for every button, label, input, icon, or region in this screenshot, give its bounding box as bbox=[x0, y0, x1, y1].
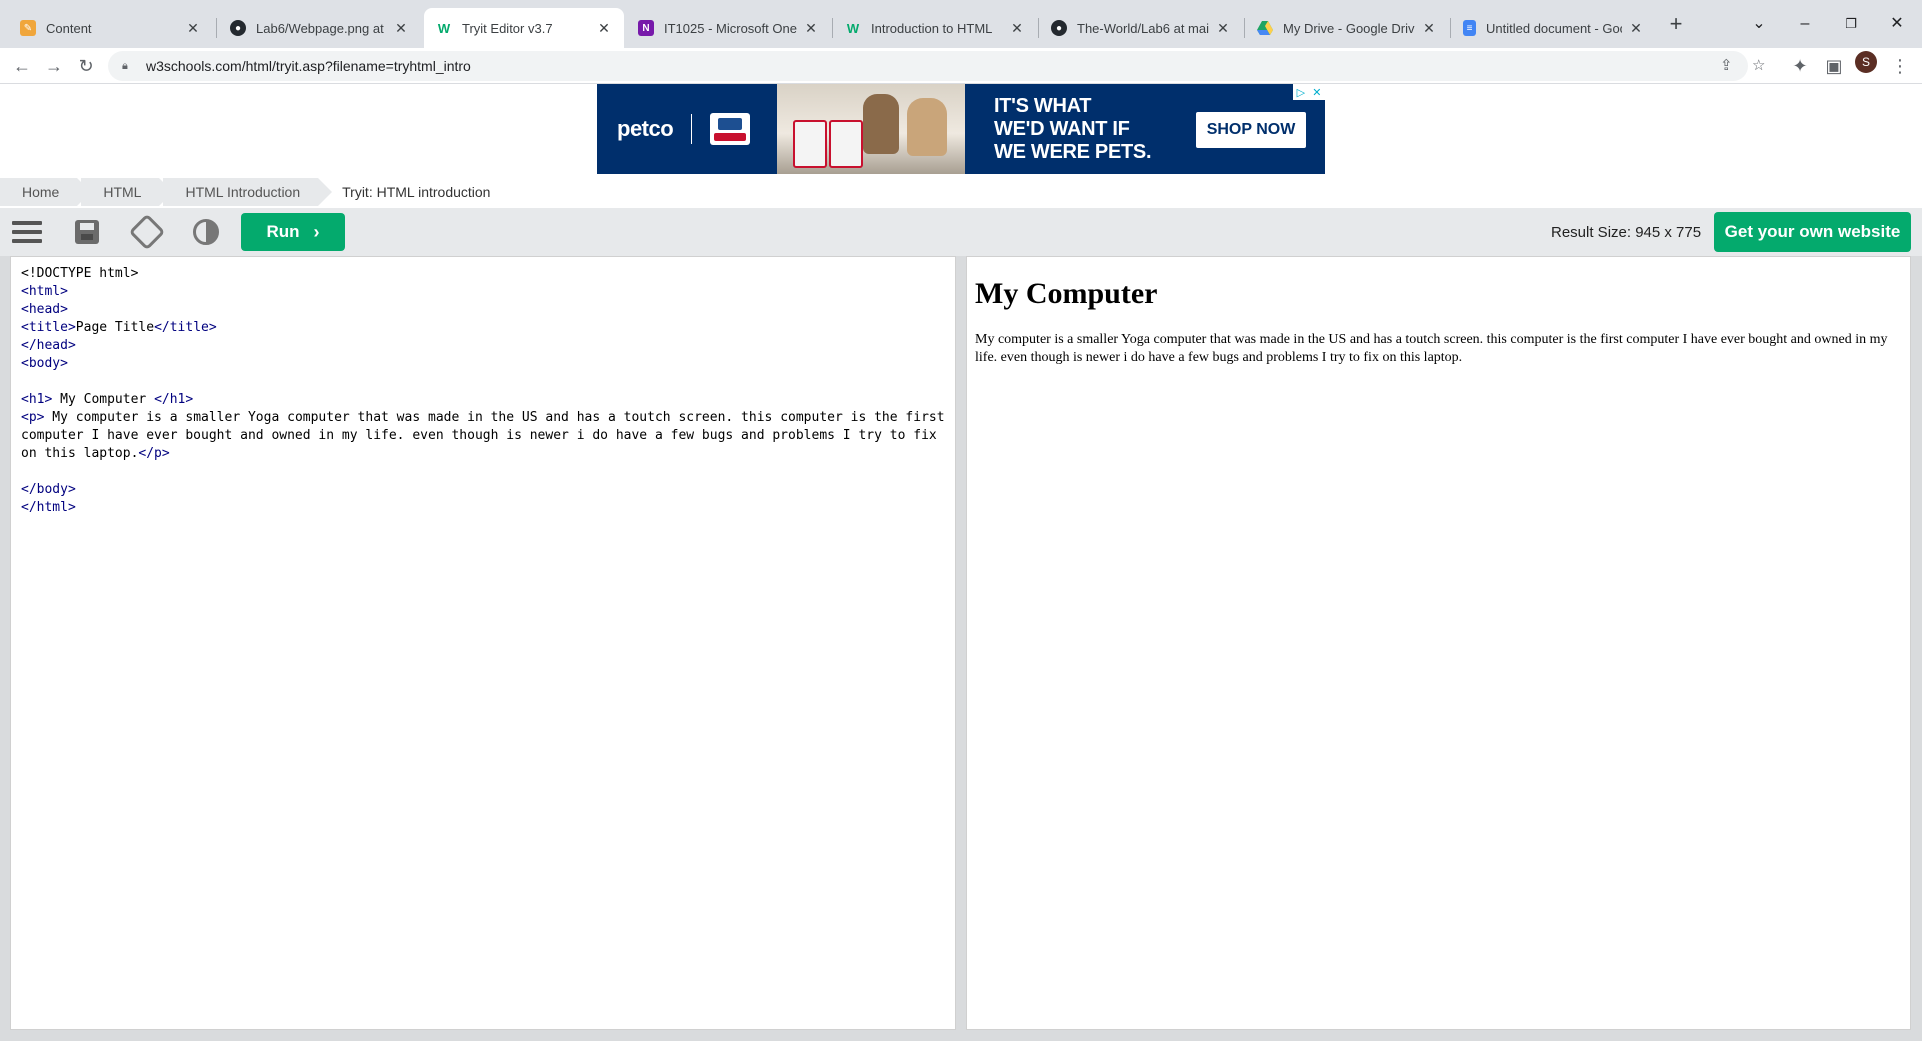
browser-tab-google-drive[interactable]: My Drive - Google Drive ✕ bbox=[1245, 8, 1449, 48]
run-button[interactable]: Run › bbox=[241, 213, 345, 251]
code-title-text: Page Title bbox=[75, 320, 155, 335]
run-label: Run bbox=[266, 222, 300, 241]
github-icon: ● bbox=[230, 20, 246, 36]
ad-headline-line: WE WERE PETS. bbox=[994, 141, 1152, 163]
code-text[interactable]: <!DOCTYPE html> <html> <head> <title>Pag… bbox=[21, 265, 945, 517]
close-tab-icon[interactable]: ✕ bbox=[803, 20, 819, 37]
tab-title: Introduction to HTML bbox=[871, 20, 993, 36]
dark-mode-contrast-icon[interactable] bbox=[193, 219, 219, 245]
adchoices-icon[interactable]: ▷ bbox=[1297, 86, 1305, 99]
code-editor[interactable]: <!DOCTYPE html> <html> <head> <title>Pag… bbox=[10, 256, 956, 1030]
ad-choices[interactable]: ▷ ✕ bbox=[1293, 84, 1325, 100]
tab-title: Content bbox=[46, 20, 92, 36]
shop-now-button[interactable]: SHOP NOW bbox=[1196, 112, 1306, 148]
code-h1-text: My Computer bbox=[52, 392, 155, 407]
minimize-window-button[interactable]: – bbox=[1791, 10, 1819, 38]
url-text: w3schools.com/html/tryit.asp?filename=tr… bbox=[146, 58, 471, 74]
bookmark-star-icon[interactable]: ☆ bbox=[1752, 51, 1765, 81]
back-arrow-icon[interactable]: ← bbox=[8, 52, 36, 80]
result-preview-frame: My Computer My computer is a smaller Yog… bbox=[966, 256, 1911, 1030]
browser-tab-tryit-editor[interactable]: W Tryit Editor v3.7 ✕ bbox=[424, 8, 624, 48]
tab-title: Lab6/Webpage.png at main bbox=[256, 20, 387, 36]
breadcrumb-home[interactable]: Home bbox=[0, 178, 92, 206]
close-window-button[interactable]: ✕ bbox=[1883, 10, 1911, 38]
dog-image bbox=[863, 94, 899, 154]
ad-headline: IT'S WHAT WE'D WANT IF WE WERE PETS. bbox=[994, 95, 1152, 164]
share-icon[interactable]: ⇪ bbox=[1720, 51, 1733, 81]
breadcrumb: Home HTML HTML Introduction Tryit: HTML … bbox=[0, 178, 490, 206]
browser-tab-github-world[interactable]: ● The-World/Lab6 at main ✕ bbox=[1039, 8, 1243, 48]
result-paragraph: My computer is a smaller Yoga computer t… bbox=[975, 332, 1888, 365]
ad-close-icon[interactable]: ✕ bbox=[1312, 86, 1321, 99]
close-tab-icon[interactable]: ✕ bbox=[393, 20, 409, 37]
close-tab-icon[interactable]: ✕ bbox=[1628, 20, 1644, 37]
ad-product-photo bbox=[777, 84, 965, 174]
close-tab-icon[interactable]: ✕ bbox=[185, 20, 201, 37]
browser-tab-github-lab6[interactable]: ● Lab6/Webpage.png at main ✕ bbox=[218, 8, 421, 48]
get-your-own-website-button[interactable]: Get your own website bbox=[1714, 212, 1911, 252]
change-orientation-icon[interactable] bbox=[128, 213, 166, 251]
google-drive-icon bbox=[1257, 20, 1273, 36]
tab-title: Tryit Editor v3.7 bbox=[462, 20, 553, 36]
browser-tab-content[interactable]: ✎ Content ✕ bbox=[8, 8, 213, 48]
save-icon[interactable] bbox=[75, 220, 99, 244]
github-icon: ● bbox=[1051, 20, 1067, 36]
close-tab-icon[interactable]: ✕ bbox=[1009, 20, 1025, 37]
close-tab-icon[interactable]: ✕ bbox=[1421, 20, 1437, 37]
w3schools-icon: W bbox=[437, 20, 451, 36]
chrome-menu-icon[interactable]: ⋮ bbox=[1886, 52, 1914, 80]
result-heading: My Computer bbox=[975, 277, 1158, 310]
result-size-label: Result Size: 945 x 775 bbox=[1551, 224, 1702, 241]
ad-headline-line: WE'D WANT IF bbox=[994, 118, 1130, 140]
lms-icon: ✎ bbox=[20, 20, 36, 36]
browser-tab-intro-html[interactable]: W Introduction to HTML ✕ bbox=[833, 8, 1037, 48]
dog-image bbox=[907, 98, 947, 156]
breadcrumb-html[interactable]: HTML bbox=[81, 178, 174, 206]
side-panel-icon[interactable]: ▣ bbox=[1820, 52, 1848, 80]
browser-tab-onenote[interactable]: N IT1025 - Microsoft OneNote ✕ bbox=[626, 8, 831, 48]
tab-title: My Drive - Google Drive bbox=[1283, 20, 1415, 36]
ad-brand-logo: petco bbox=[617, 116, 674, 141]
hamburger-menu-icon[interactable] bbox=[12, 218, 42, 246]
address-bar[interactable]: 🔒︎ w3schools.com/html/tryit.asp?filename… bbox=[108, 51, 1748, 81]
ad-banner[interactable]: petco IT'S WHAT WE'D WANT IF WE WERE PET… bbox=[597, 84, 1325, 174]
extensions-puzzle-icon[interactable]: ✦ bbox=[1786, 52, 1814, 80]
tab-separator bbox=[216, 18, 217, 38]
new-tab-button[interactable]: + bbox=[1664, 12, 1688, 36]
hills-logo bbox=[710, 113, 751, 145]
ad-headline-line: IT'S WHAT bbox=[994, 95, 1092, 117]
food-bag-image bbox=[829, 120, 863, 168]
google-docs-icon: ≡ bbox=[1463, 20, 1476, 36]
onenote-icon: N bbox=[638, 20, 654, 36]
tab-search-chevron-icon[interactable]: ⌄ bbox=[1745, 10, 1773, 38]
profile-avatar[interactable]: S bbox=[1855, 51, 1877, 73]
browser-toolbar: ← → ↻ 🔒︎ w3schools.com/html/tryit.asp?fi… bbox=[0, 48, 1922, 84]
reload-icon[interactable]: ↻ bbox=[72, 52, 100, 80]
close-tab-icon[interactable]: ✕ bbox=[1215, 20, 1231, 37]
pane-resize-handle[interactable] bbox=[956, 256, 966, 1030]
close-tab-icon[interactable]: ✕ bbox=[596, 20, 612, 37]
tab-title: Untitled document - Google Docs bbox=[1486, 20, 1622, 36]
w3schools-icon: W bbox=[846, 20, 860, 36]
lock-icon[interactable]: 🔒︎ bbox=[122, 60, 136, 73]
ad-divider bbox=[691, 114, 693, 144]
chevron-right-icon: › bbox=[313, 221, 320, 242]
breadcrumb-current: Tryit: HTML introduction bbox=[342, 184, 491, 200]
restore-window-button[interactable]: ❐ bbox=[1837, 10, 1865, 38]
food-bag-image bbox=[793, 120, 827, 168]
breadcrumb-html-introduction[interactable]: HTML Introduction bbox=[163, 178, 332, 206]
browser-tab-google-docs[interactable]: ≡ Untitled document - Google Docs ✕ bbox=[1451, 8, 1656, 48]
code-doctype: <!DOCTYPE html> bbox=[21, 266, 139, 281]
tab-title: IT1025 - Microsoft OneNote bbox=[664, 20, 797, 36]
tab-title: The-World/Lab6 at main bbox=[1077, 20, 1209, 36]
editor-toolbar: Run › Result Size: 945 x 775 Get your ow… bbox=[0, 208, 1922, 256]
forward-arrow-icon[interactable]: → bbox=[40, 52, 68, 80]
browser-tab-strip: ✎ Content ✕ ● Lab6/Webpage.png at main ✕… bbox=[0, 0, 1922, 48]
